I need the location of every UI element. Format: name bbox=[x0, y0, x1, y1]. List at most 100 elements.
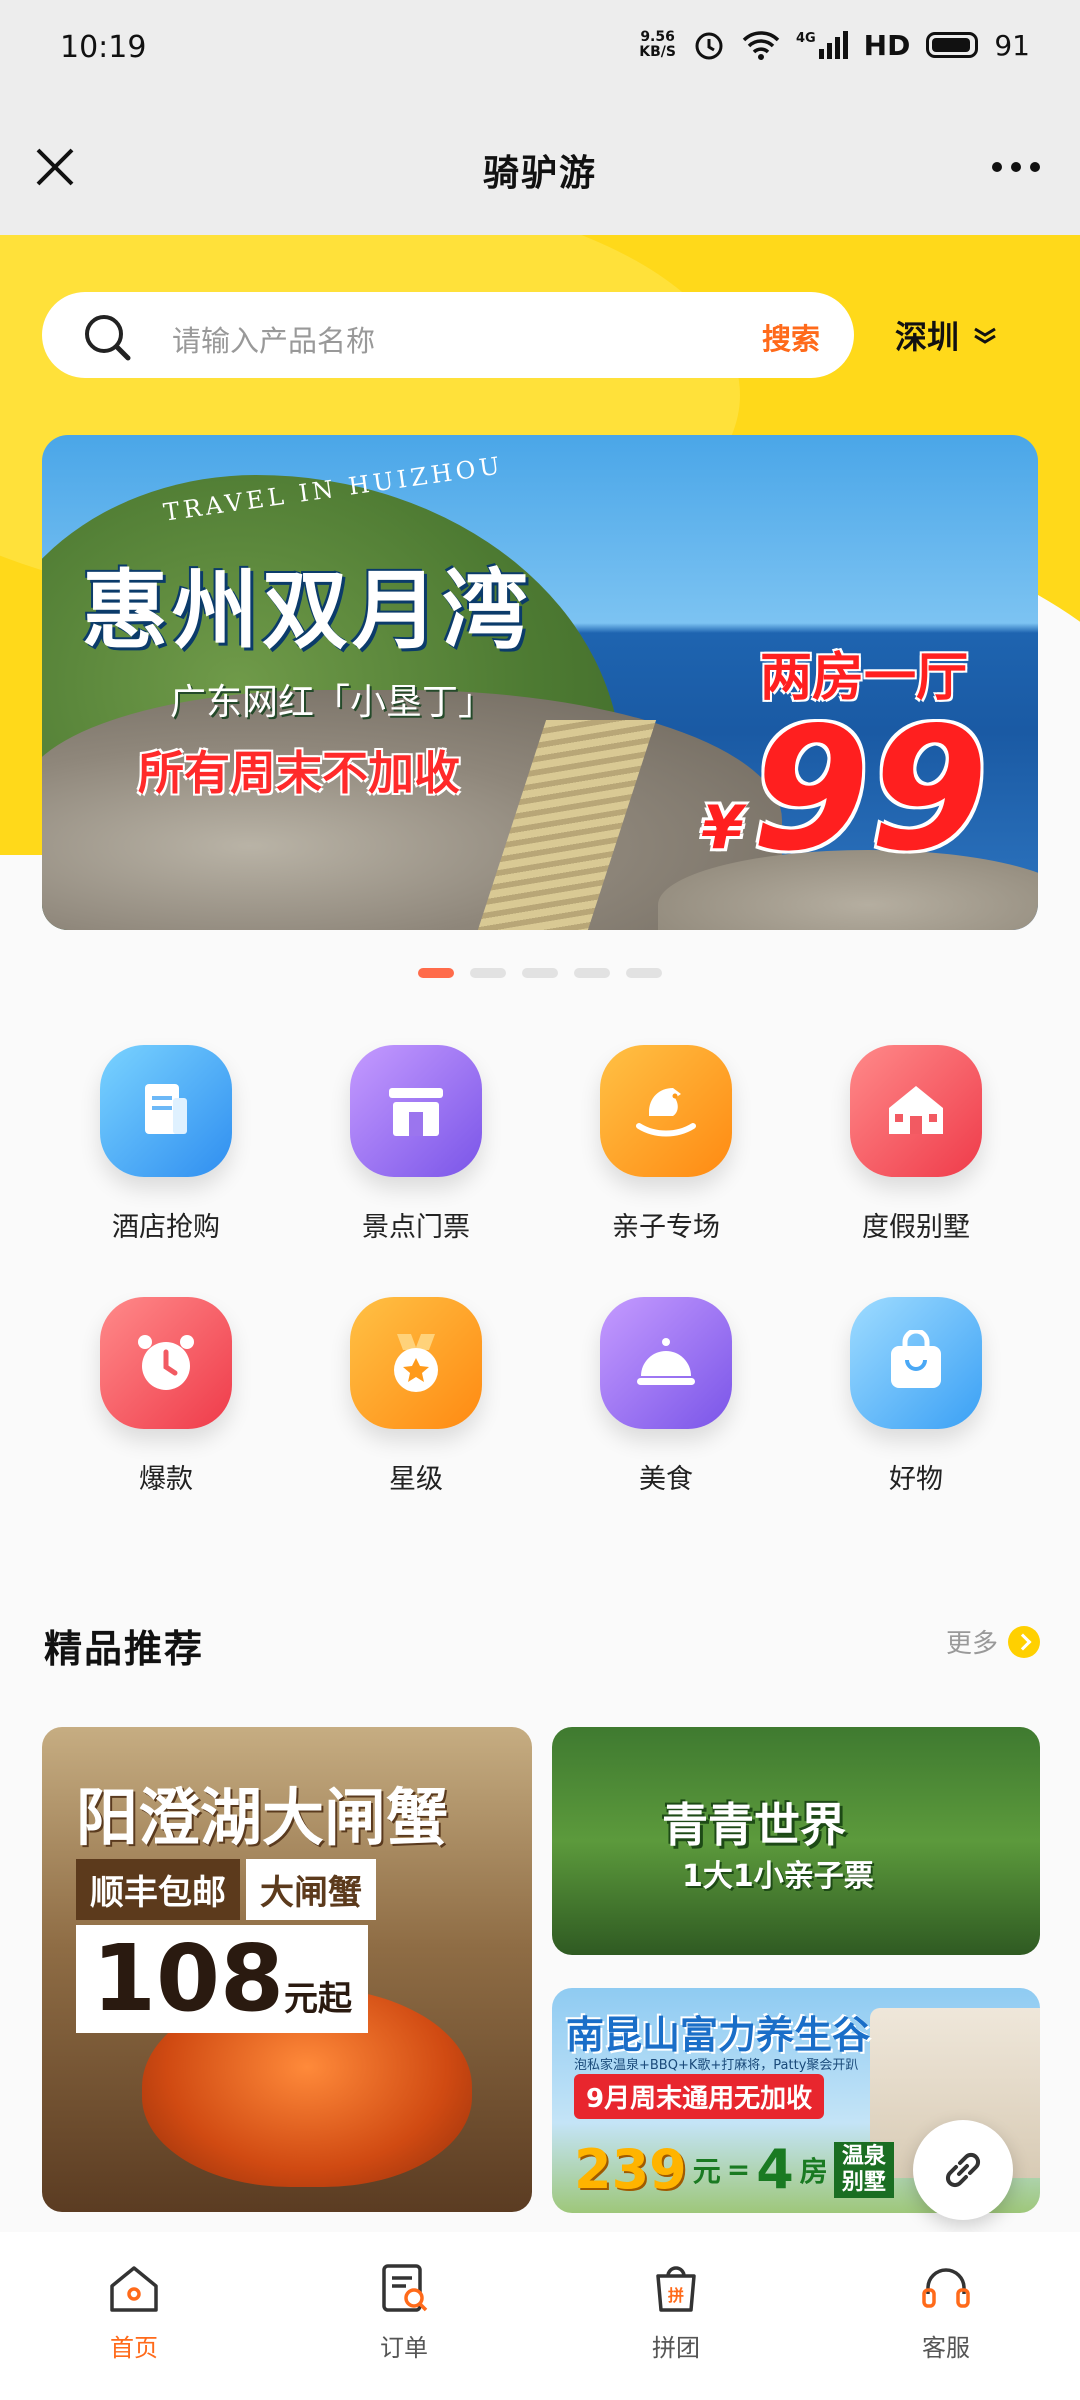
villa-icon bbox=[850, 1045, 982, 1177]
crab-title: 阳澄湖大闸蟹 bbox=[76, 1781, 449, 1854]
tab-group-buy[interactable]: 拼 拼团 bbox=[596, 2260, 756, 2363]
nav-bar: 骑驴游 bbox=[0, 100, 1080, 235]
pagination-dot[interactable] bbox=[522, 968, 558, 978]
city-selector[interactable]: 深圳 bbox=[895, 312, 997, 358]
network-speed-unit: KB/S bbox=[639, 44, 676, 60]
search-button[interactable]: 搜索 bbox=[762, 316, 820, 358]
category-scenic[interactable]: 景点门票 bbox=[316, 1045, 516, 1244]
wifi-icon bbox=[742, 31, 780, 60]
product-card-world[interactable]: 青青世界 1大1小亲子票 bbox=[552, 1727, 1040, 1955]
category-label: 度假别墅 bbox=[862, 1212, 970, 1243]
spa-rooms-unit: 房 bbox=[799, 2154, 828, 2188]
product-card-crab[interactable]: 阳澄湖大闸蟹 顺丰包邮 大闸蟹 108 元起 bbox=[42, 1727, 532, 2212]
crab-price-value: 108 bbox=[92, 1925, 285, 2032]
home-icon bbox=[110, 2266, 158, 2312]
spa-promo: 9月周末通用无加收 bbox=[574, 2074, 825, 2119]
tab-label: 首页 bbox=[110, 2334, 158, 2362]
category-hotel[interactable]: 酒店抢购 bbox=[66, 1045, 266, 1244]
alarm-icon bbox=[695, 32, 723, 60]
scenic-gate-icon bbox=[350, 1045, 482, 1177]
share-link-button[interactable] bbox=[913, 2120, 1013, 2220]
chevron-right-icon bbox=[1008, 1625, 1040, 1658]
rocking-horse-icon bbox=[600, 1045, 732, 1177]
category-villa[interactable]: 度假别墅 bbox=[816, 1045, 1016, 1244]
food-cloche-icon bbox=[600, 1297, 732, 1429]
alarm-clock-icon bbox=[100, 1297, 232, 1429]
category-label: 爆款 bbox=[139, 1464, 193, 1495]
hd-label: HD bbox=[863, 28, 911, 62]
headset-icon bbox=[922, 2268, 970, 2308]
status-icons: 9.56 KB/S 4G HD 91 bbox=[639, 28, 1030, 62]
status-bar: 10:19 9.56 KB/S 4G HD 91 bbox=[0, 0, 1080, 100]
banner-price: ¥ 99 bbox=[702, 705, 988, 875]
spa-type-line1: 温泉 bbox=[841, 2143, 886, 2169]
bottom-tab-bar: 首页 订单 拼 拼团 客服 bbox=[0, 2232, 1080, 2400]
shopping-bag-icon bbox=[850, 1297, 982, 1429]
category-label: 美食 bbox=[639, 1464, 693, 1495]
category-goods[interactable]: 好物 bbox=[816, 1297, 1016, 1496]
search-bar[interactable]: 请输入产品名称 搜索 bbox=[42, 292, 854, 378]
category-label: 亲子专场 bbox=[612, 1212, 720, 1243]
chevron-down-icon bbox=[974, 327, 996, 344]
status-time: 10:19 bbox=[60, 30, 147, 65]
more-link[interactable]: 更多 bbox=[946, 1623, 1040, 1660]
pagination-dot[interactable] bbox=[418, 968, 454, 978]
promo-banner[interactable]: TRAVEL IN HUIZHOU 惠州双月湾 广东网红「小垦丁」 所有周末不加… bbox=[42, 435, 1038, 930]
hotel-icon bbox=[100, 1045, 232, 1177]
battery-level: 91 bbox=[994, 28, 1030, 62]
spa-description: 泡私家温泉+BBQ+K歌+打麻将，Patty聚会开趴 bbox=[574, 2058, 859, 2073]
crab-tags: 顺丰包邮 大闸蟹 bbox=[76, 1859, 376, 1920]
link-icon bbox=[945, 2152, 981, 2188]
category-label: 好物 bbox=[889, 1464, 943, 1495]
pagination-dot[interactable] bbox=[626, 968, 662, 978]
order-icon bbox=[382, 2264, 428, 2312]
battery-icon bbox=[926, 32, 979, 58]
spa-title: 南昆山富力养生谷 bbox=[566, 2013, 871, 2057]
banner-subline: 广东网红「小垦丁」 bbox=[170, 682, 495, 723]
search-icon bbox=[85, 315, 131, 361]
app-page: 10:19 9.56 KB/S 4G HD 91 骑驴游 请输入产品名称 搜索 … bbox=[0, 0, 1080, 2400]
spa-price-value: 239 bbox=[574, 2138, 687, 2201]
network-type: 4G bbox=[795, 31, 816, 46]
search-input[interactable]: 请输入产品名称 bbox=[172, 318, 375, 360]
tab-label: 拼团 bbox=[652, 2334, 700, 2362]
tab-orders[interactable]: 订单 bbox=[324, 2260, 484, 2363]
section-title: 精品推荐 bbox=[44, 1618, 205, 1677]
spa-type-line2: 别墅 bbox=[841, 2169, 886, 2195]
tab-service[interactable]: 客服 bbox=[866, 2260, 1026, 2363]
banner-headline: 惠州双月湾 bbox=[82, 561, 532, 661]
spa-price-unit: 元 bbox=[692, 2154, 721, 2188]
svg-text:拼: 拼 bbox=[668, 2286, 684, 2305]
crab-tag-type: 大闸蟹 bbox=[246, 1859, 376, 1920]
category-label: 景点门票 bbox=[362, 1212, 470, 1243]
category-star[interactable]: 星级 bbox=[316, 1297, 516, 1496]
star-medal-icon bbox=[350, 1297, 482, 1429]
tab-label: 订单 bbox=[380, 2334, 428, 2362]
more-label: 更多 bbox=[945, 1629, 998, 1659]
banner-price-value: 99 bbox=[751, 691, 988, 889]
spa-equals: = bbox=[726, 2153, 751, 2186]
tab-home[interactable]: 首页 bbox=[54, 2260, 214, 2363]
spa-type-badge: 温泉 别墅 bbox=[833, 2141, 894, 2198]
group-buy-icon: 拼 bbox=[656, 2266, 696, 2312]
banner-promo: 所有周末不加收 bbox=[138, 746, 460, 800]
pagination-dot[interactable] bbox=[574, 968, 610, 978]
banner-currency: ¥ bbox=[701, 793, 744, 863]
more-menu-icon[interactable] bbox=[992, 162, 1040, 172]
signal-icon: 4G bbox=[796, 31, 848, 59]
spa-rooms: 4 bbox=[756, 2138, 794, 2201]
category-hot[interactable]: 爆款 bbox=[66, 1297, 266, 1496]
page-title: 骑驴游 bbox=[482, 153, 597, 194]
world-subtitle: 1大1小亲子票 bbox=[682, 1859, 874, 1894]
spa-price: 239 元 = 4 房 温泉 别墅 bbox=[574, 2138, 894, 2201]
category-label: 酒店抢购 bbox=[112, 1212, 220, 1243]
category-label: 星级 bbox=[389, 1464, 443, 1495]
network-speed-value: 9.56 bbox=[640, 29, 675, 45]
network-speed: 9.56 KB/S bbox=[639, 30, 676, 60]
crab-price-unit: 元起 bbox=[284, 1979, 353, 2019]
world-title: 青青世界 bbox=[662, 1798, 846, 1852]
category-food[interactable]: 美食 bbox=[566, 1297, 766, 1496]
crab-price: 108 元起 bbox=[76, 1925, 369, 2033]
category-family[interactable]: 亲子专场 bbox=[566, 1045, 766, 1244]
pagination-dot[interactable] bbox=[470, 968, 506, 978]
